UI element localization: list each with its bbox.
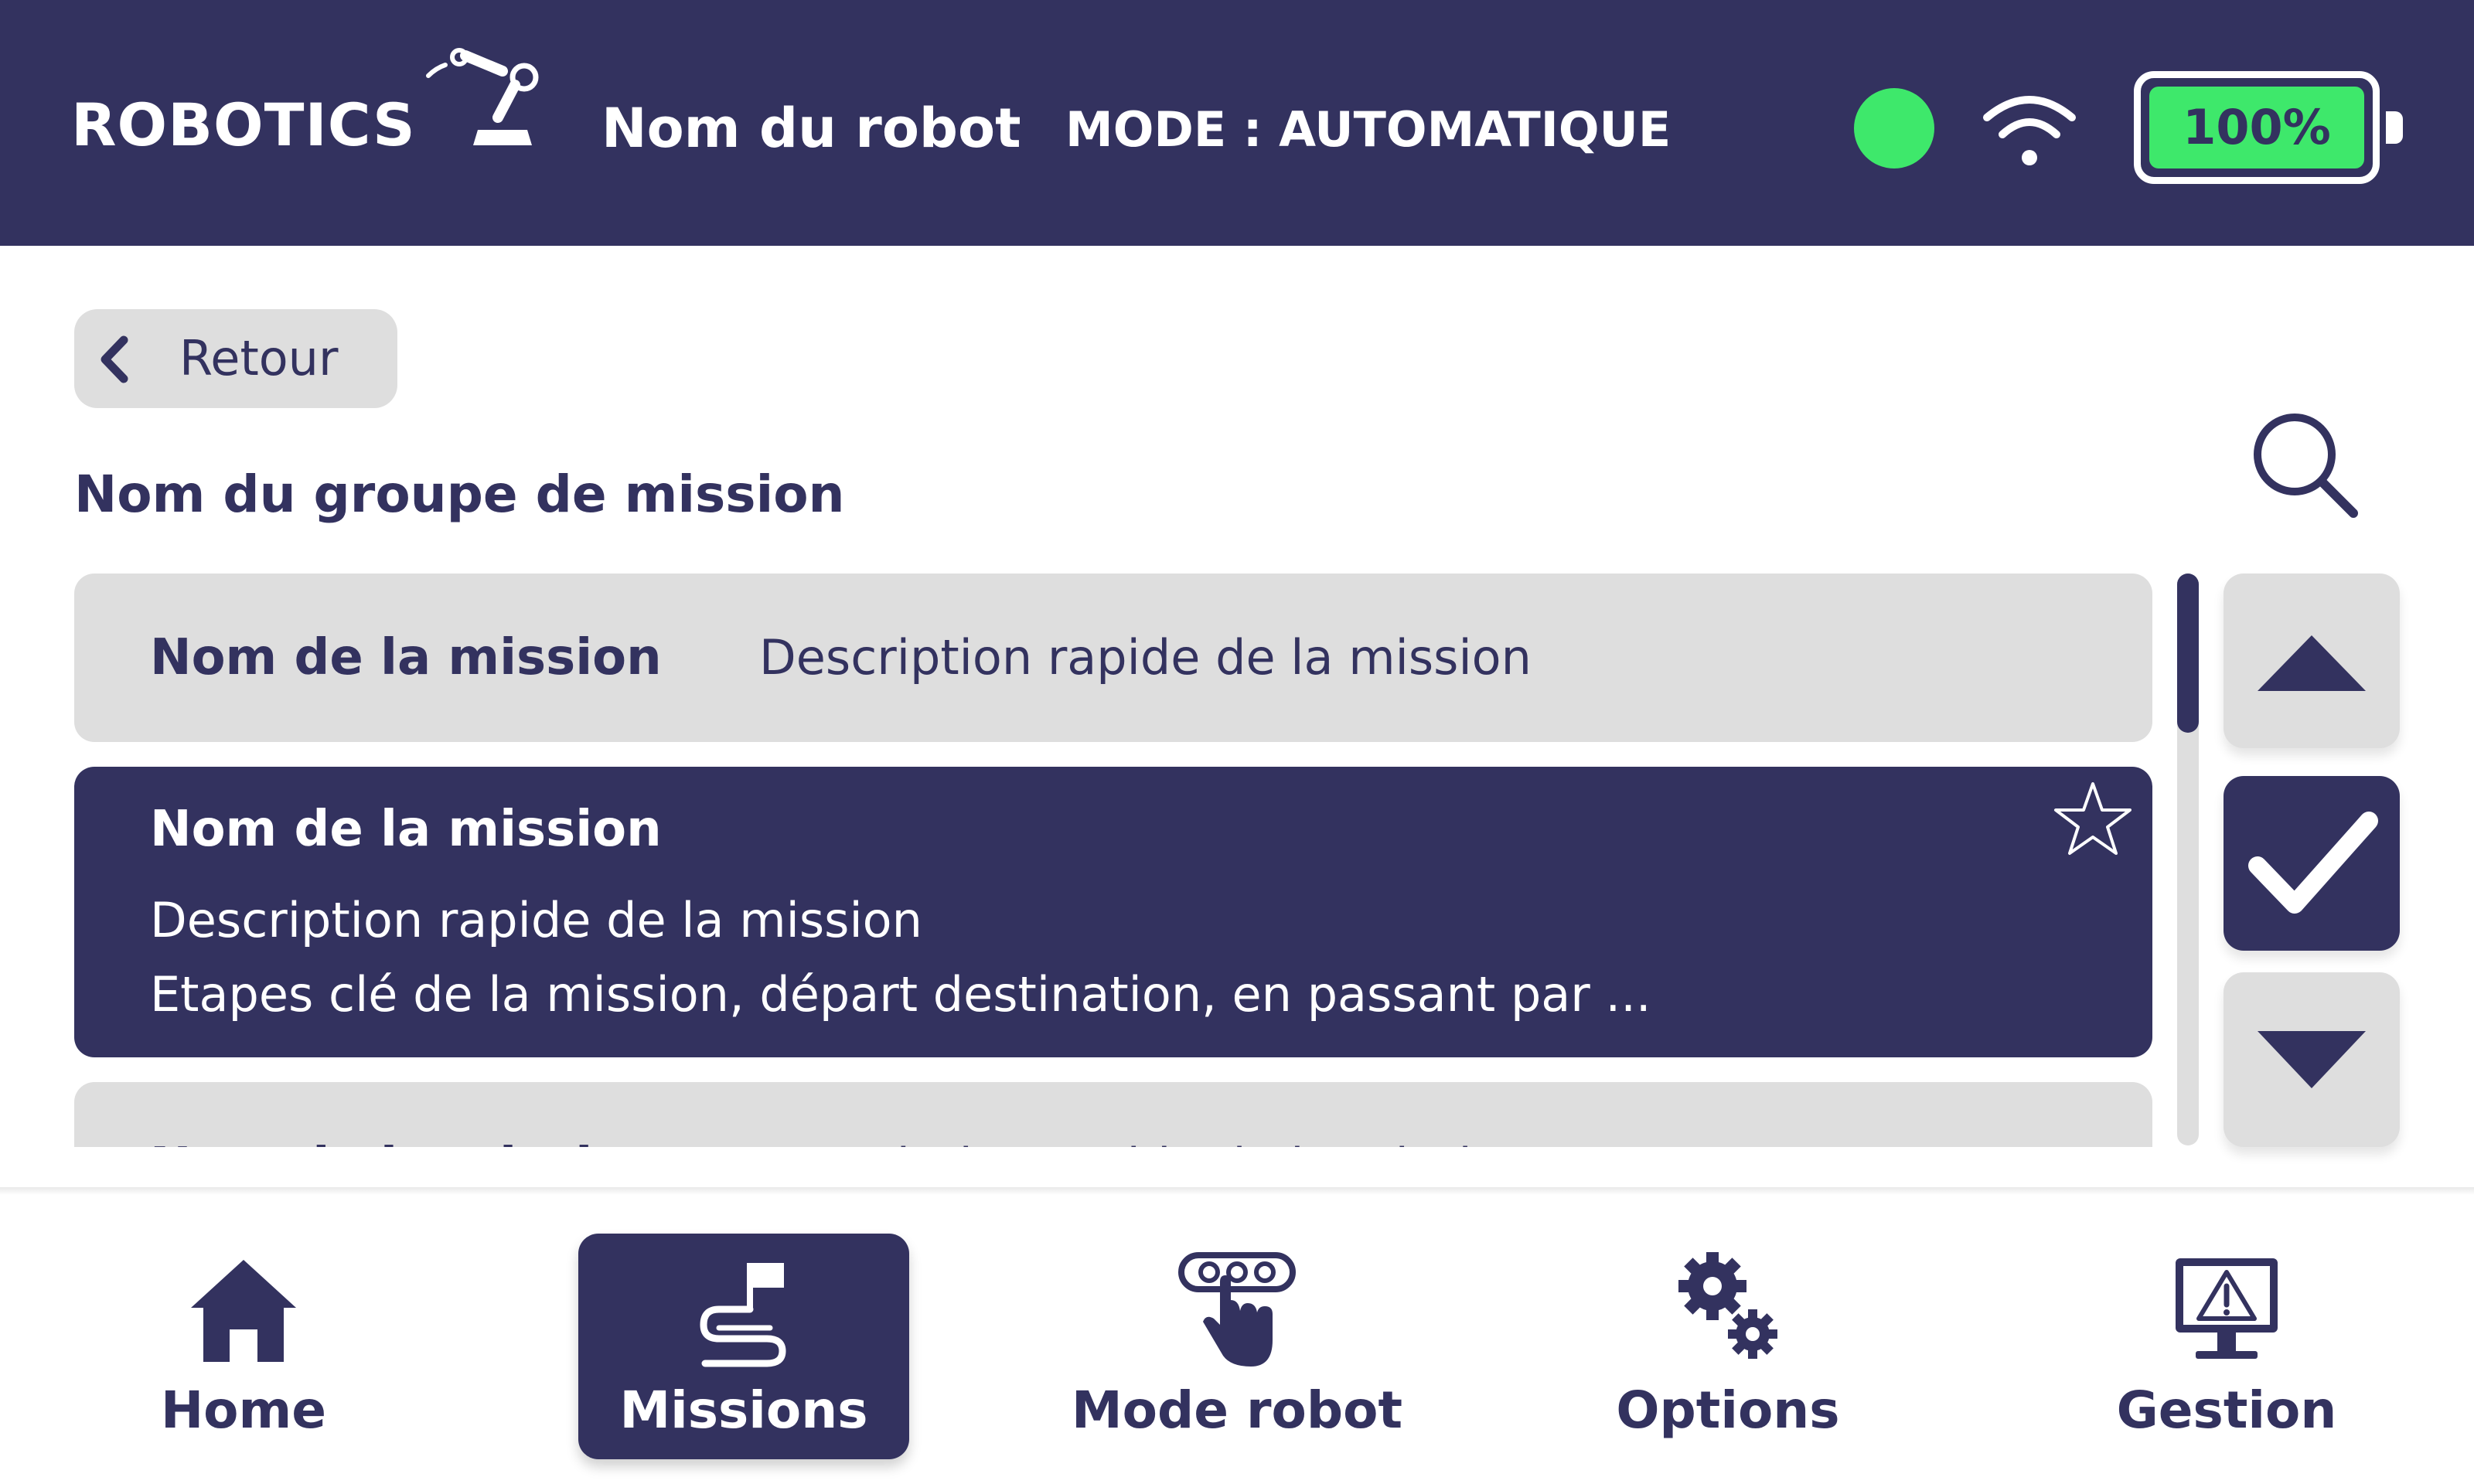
nav-label: Missions xyxy=(619,1380,868,1440)
triangle-up-icon xyxy=(2258,635,2366,691)
mission-description: Description rapide de la mission xyxy=(150,892,922,948)
mission-item[interactable]: Nom de la mission Description rapide de … xyxy=(74,574,2152,742)
robot-mode-label: MODE : AUTOMATIQUE xyxy=(1065,101,1671,158)
connection-status-indicator xyxy=(1854,88,1934,168)
nav-item-mode-robot[interactable]: Mode robot xyxy=(1044,1234,1430,1459)
nav-item-missions[interactable]: Missions xyxy=(578,1234,909,1459)
mission-description: Description rapide de la mission xyxy=(759,1132,1532,1147)
nav-label: Options xyxy=(1616,1380,1840,1440)
nav-item-home[interactable]: Home xyxy=(116,1234,371,1459)
mission-name: Nom de la mission xyxy=(150,629,662,686)
monitor-warning-icon xyxy=(2176,1258,2278,1359)
back-button-label: Retour xyxy=(179,330,339,386)
nav-divider xyxy=(0,1187,2474,1195)
mode-robot-icon xyxy=(1178,1252,1296,1367)
nav-label: Gestion xyxy=(2116,1380,2337,1440)
search-icon[interactable] xyxy=(2245,407,2369,530)
scroll-down-button[interactable] xyxy=(2224,972,2400,1147)
mission-name: Nom de la mission xyxy=(150,801,662,858)
mission-description: Description rapide de la mission xyxy=(759,629,1532,686)
mission-list[interactable]: Nom de la mission Description rapide de … xyxy=(74,574,2152,1147)
battery-cap xyxy=(2386,111,2403,144)
mission-steps: Etapes clé de la mission, départ destina… xyxy=(150,966,1651,1023)
robot-name: Nom du robot xyxy=(601,97,1021,160)
nav-label: Home xyxy=(160,1380,327,1440)
wifi-icon xyxy=(1983,96,2076,165)
home-icon xyxy=(191,1260,296,1362)
mission-group-title: Nom du groupe de mission xyxy=(74,465,845,524)
chevron-left-icon xyxy=(101,335,128,383)
scroll-up-button[interactable] xyxy=(2224,574,2400,748)
mission-item[interactable]: Nom de la mission Description rapide de … xyxy=(74,1082,2152,1147)
scrollbar-thumb[interactable] xyxy=(2177,574,2199,733)
nav-item-gestion[interactable]: Gestion xyxy=(2087,1234,2366,1459)
checkmark-icon xyxy=(2248,812,2378,914)
logo-text: ROBOTICS xyxy=(71,90,416,159)
nav-item-options[interactable]: Options xyxy=(1585,1234,1871,1459)
confirm-button[interactable] xyxy=(2224,776,2400,951)
mission-item-selected[interactable]: Nom de la mission Description rapide de … xyxy=(74,767,2152,1057)
gears-icon xyxy=(1678,1252,1777,1359)
nav-label: Mode robot xyxy=(1071,1380,1403,1440)
robot-arm-logo-icon xyxy=(426,48,539,145)
missions-flag-icon xyxy=(700,1263,786,1367)
triangle-down-icon xyxy=(2258,1031,2366,1088)
battery-percentage: 100% xyxy=(2183,99,2331,155)
star-icon[interactable] xyxy=(2050,776,2135,861)
mission-name: Nom de la mission xyxy=(150,1132,662,1147)
